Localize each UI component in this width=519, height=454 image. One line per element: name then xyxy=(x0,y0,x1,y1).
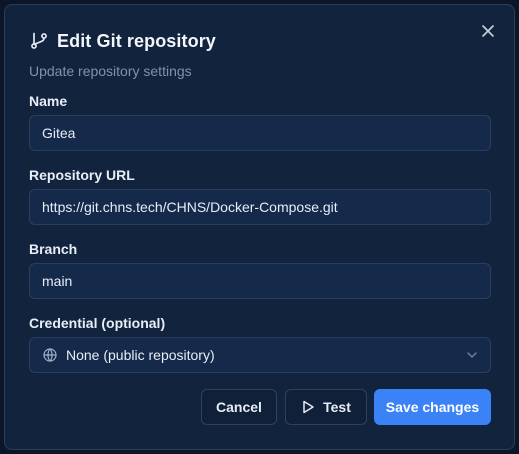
branch-input-value: main xyxy=(42,273,73,289)
dialog-header: Edit Git repository Update repository se… xyxy=(29,29,464,80)
name-input[interactable]: Gitea xyxy=(29,115,491,151)
dialog-subtitle: Update repository settings xyxy=(29,63,192,79)
name-input-value: Gitea xyxy=(42,125,76,141)
cancel-button[interactable]: Cancel xyxy=(201,389,277,425)
credential-label: Credential (optional) xyxy=(29,315,166,331)
chevron-down-icon xyxy=(467,352,477,358)
repository-url-label: Repository URL xyxy=(29,167,135,183)
globe-icon xyxy=(43,348,57,362)
save-changes-button-label: Save changes xyxy=(385,399,480,415)
edit-repository-dialog: Edit Git repository Update repository se… xyxy=(4,4,515,450)
test-button-label: Test xyxy=(323,399,351,415)
save-changes-button[interactable]: Save changes xyxy=(374,389,491,425)
credential-select[interactable]: None (public repository) xyxy=(29,337,491,373)
play-icon xyxy=(303,400,314,414)
close-button[interactable] xyxy=(478,21,498,41)
branch-input[interactable]: main xyxy=(29,263,491,299)
dialog-title: Edit Git repository xyxy=(57,30,216,51)
cancel-button-label: Cancel xyxy=(216,399,262,415)
credential-selected-value: None (public repository) xyxy=(66,347,215,363)
name-label: Name xyxy=(29,93,68,109)
branch-label: Branch xyxy=(29,241,78,257)
repository-url-input-value: https://git.chns.tech/CHNS/Docker-Compos… xyxy=(42,199,338,215)
test-button[interactable]: Test xyxy=(285,389,367,425)
close-icon xyxy=(482,25,494,37)
repository-url-input[interactable]: https://git.chns.tech/CHNS/Docker-Compos… xyxy=(29,189,491,225)
git-branch-icon xyxy=(31,32,47,49)
